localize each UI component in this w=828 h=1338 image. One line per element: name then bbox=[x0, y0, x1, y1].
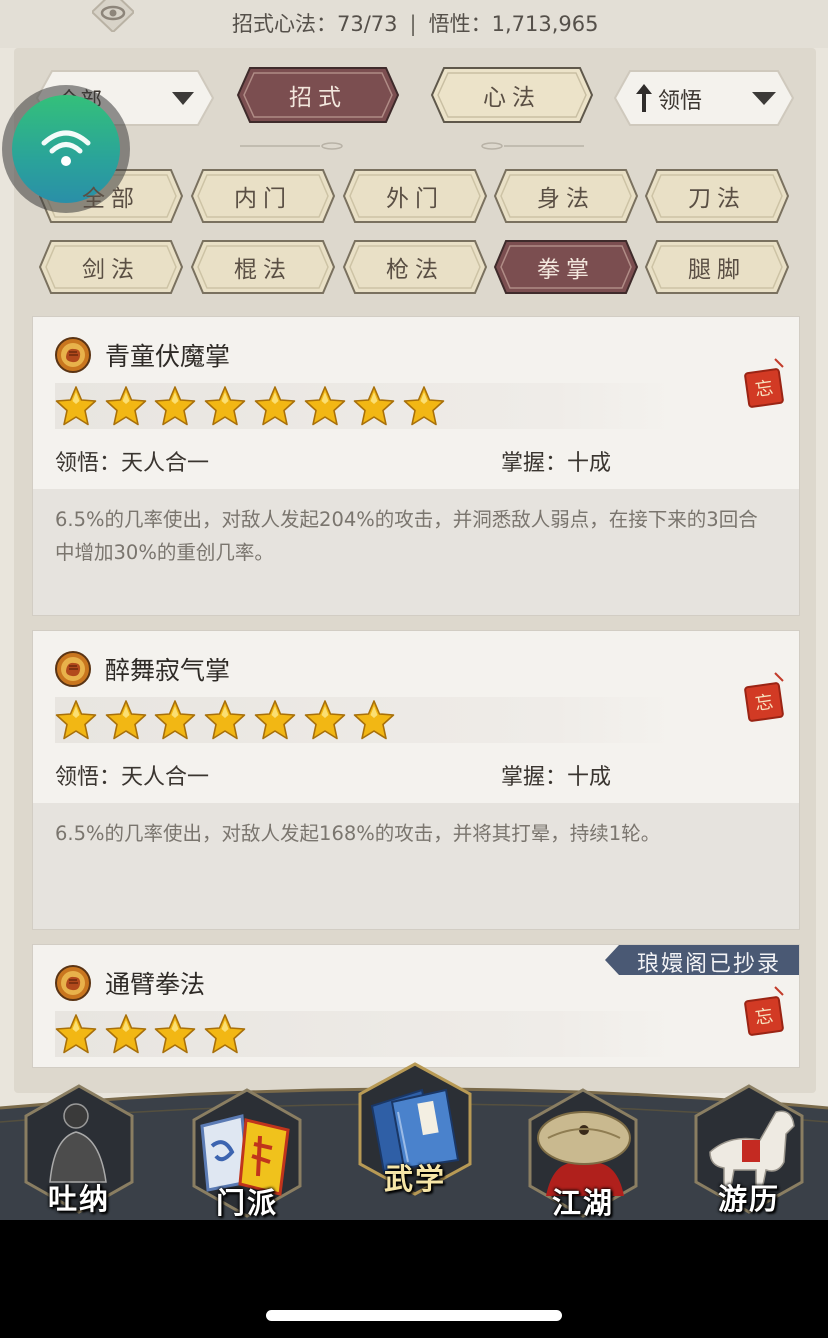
category-label: 内门 bbox=[234, 186, 292, 212]
seal-char: 忘 bbox=[754, 1006, 775, 1029]
sort-dropdown-value: 领悟 bbox=[658, 89, 703, 114]
nav-sect[interactable]: 门派 bbox=[188, 1086, 306, 1226]
tab-moves[interactable]: 招式 bbox=[236, 66, 400, 124]
star-icon bbox=[105, 386, 146, 426]
skill-card[interactable]: 青童伏魔掌 忘 领悟：天人合一 掌握：十成 6.5%的几率使出，对敌人发起204… bbox=[32, 316, 800, 616]
skill-description-box: 6.5%的几率使出，对敌人发起204%的攻击，并洞悉敌人弱点，在接下来的3回合中… bbox=[33, 489, 799, 615]
tab-mental[interactable]: 心法 bbox=[430, 66, 594, 124]
category-outer[interactable]: 外门 bbox=[342, 168, 488, 224]
nav-jianghu[interactable]: 江湖 bbox=[524, 1086, 642, 1226]
eye-icon[interactable] bbox=[92, 0, 134, 32]
wifi-icon bbox=[41, 130, 91, 166]
skill-card[interactable]: 醉舞寂气掌 忘 领悟：天人合一 掌握：十成 6.5%的几率使出，对敌人发起168… bbox=[32, 630, 800, 930]
star-icon bbox=[105, 1014, 146, 1054]
resource-stats: 招式心法：73/73 | 悟性：1,713,965 bbox=[232, 8, 599, 38]
star-icon bbox=[304, 700, 345, 740]
skill-description-box: 6.5%的几率使出，对敌人发起168%的攻击，并将其打晕，持续1轮。 bbox=[33, 803, 799, 929]
skill-name: 青童伏魔掌 bbox=[105, 342, 231, 371]
seal-stamp-icon[interactable]: 忘 bbox=[743, 985, 789, 1039]
skill-card[interactable]: 琅嬛阁已抄录 通臂拳法 忘 bbox=[32, 944, 800, 1068]
skill-name: 通臂拳法 bbox=[105, 970, 206, 999]
tab-mental-label: 心法 bbox=[483, 85, 541, 111]
seal-char: 忘 bbox=[754, 692, 775, 715]
category-label: 外门 bbox=[386, 186, 444, 212]
sort-dropdown[interactable]: 领悟 bbox=[614, 70, 794, 126]
star-icon bbox=[155, 700, 196, 740]
bottom-navigation: 吐纳 门派 武学 江湖 游历 bbox=[0, 1060, 828, 1220]
star-icon bbox=[254, 386, 296, 426]
nav-label: 武学 bbox=[383, 1162, 446, 1196]
star-icon bbox=[155, 386, 196, 426]
category-inner[interactable]: 内门 bbox=[190, 168, 336, 224]
star-icon bbox=[353, 700, 395, 740]
mastery-level: 掌握：十成 bbox=[501, 765, 612, 790]
decorative-divider bbox=[481, 142, 584, 150]
nav-breathing[interactable]: 吐纳 bbox=[20, 1082, 138, 1222]
comprehension-level: 领悟：天人合一 bbox=[55, 451, 210, 476]
category-label: 全部 bbox=[82, 186, 140, 212]
category-label: 刀法 bbox=[688, 186, 746, 212]
copied-badge: 琅嬛阁已抄录 bbox=[605, 945, 799, 977]
star-icon bbox=[105, 700, 146, 740]
chevron-down-icon bbox=[752, 92, 776, 105]
nav-label: 门派 bbox=[215, 1186, 278, 1220]
category-label: 枪法 bbox=[386, 257, 444, 283]
star-icon bbox=[55, 700, 97, 740]
skill-name: 醉舞寂气掌 bbox=[105, 656, 231, 685]
category-movement[interactable]: 身法 bbox=[493, 168, 639, 224]
category-label: 剑法 bbox=[82, 257, 140, 283]
category-blade[interactable]: 刀法 bbox=[644, 168, 790, 224]
star-icon bbox=[403, 386, 445, 426]
category-sword[interactable]: 剑法 bbox=[38, 239, 184, 295]
star-icon bbox=[204, 386, 246, 426]
fist-icon bbox=[55, 651, 91, 687]
star-icon bbox=[204, 700, 246, 740]
moves-count: 招式心法：73/73 bbox=[232, 12, 398, 36]
fist-icon bbox=[55, 337, 91, 373]
category-label: 腿脚 bbox=[688, 257, 746, 283]
seal-char: 忘 bbox=[754, 378, 775, 401]
fist-icon bbox=[55, 965, 91, 1001]
nav-travel[interactable]: 游历 bbox=[690, 1082, 808, 1222]
chevron-down-icon bbox=[172, 92, 194, 105]
star-rating bbox=[55, 1011, 675, 1057]
seal-stamp-icon[interactable]: 忘 bbox=[743, 671, 789, 725]
top-status-bar: 招式心法：73/73 | 悟性：1,713,965 bbox=[0, 0, 828, 48]
copied-badge-label: 琅嬛阁已抄录 bbox=[637, 952, 782, 977]
star-icon bbox=[304, 386, 345, 426]
skill-description: 6.5%的几率使出，对敌人发起168%的攻击，并将其打晕，持续1轮。 bbox=[55, 822, 661, 845]
category-leg[interactable]: 腿脚 bbox=[644, 239, 790, 295]
home-indicator[interactable] bbox=[266, 1310, 562, 1321]
arrow-up-icon bbox=[636, 84, 652, 112]
category-label: 身法 bbox=[537, 186, 595, 212]
star-icon bbox=[353, 386, 395, 426]
category-label: 棍法 bbox=[234, 257, 292, 283]
star-icon bbox=[155, 1014, 196, 1054]
insight-count: 悟性：1,713,965 bbox=[428, 12, 599, 36]
star-icon bbox=[254, 700, 296, 740]
category-staff[interactable]: 棍法 bbox=[190, 239, 336, 295]
category-spear[interactable]: 枪法 bbox=[342, 239, 488, 295]
seal-stamp-icon[interactable]: 忘 bbox=[743, 357, 789, 411]
tab-moves-label: 招式 bbox=[289, 85, 347, 111]
comprehension-level: 领悟：天人合一 bbox=[55, 765, 210, 790]
star-icon bbox=[55, 1014, 97, 1054]
mastery-level: 掌握：十成 bbox=[501, 451, 612, 476]
category-label: 拳掌 bbox=[537, 257, 595, 283]
star-icon bbox=[204, 1014, 246, 1054]
star-rating bbox=[55, 697, 675, 743]
star-icon bbox=[55, 386, 97, 426]
nav-label: 游历 bbox=[717, 1182, 780, 1216]
decorative-divider bbox=[240, 142, 343, 150]
stats-separator: | bbox=[409, 12, 417, 36]
category-fist[interactable]: 拳掌 bbox=[493, 239, 639, 295]
nav-label: 江湖 bbox=[551, 1186, 614, 1220]
nav-label: 吐纳 bbox=[47, 1182, 110, 1216]
skill-description: 6.5%的几率使出，对敌人发起204%的攻击，并洞悉敌人弱点，在接下来的3回合中… bbox=[55, 508, 758, 564]
star-rating bbox=[55, 383, 675, 429]
nav-martial-arts[interactable]: 武学 bbox=[356, 1062, 474, 1202]
